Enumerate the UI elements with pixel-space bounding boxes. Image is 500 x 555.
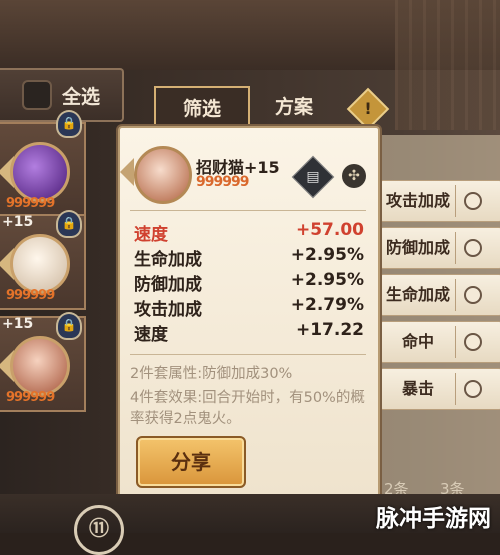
stat-key: 速度 <box>134 325 168 345</box>
sub-stat-row: 攻击加成 +2.79% <box>134 295 364 320</box>
divider <box>455 373 456 405</box>
soul-level: +15 <box>2 214 34 230</box>
bottom-round-button[interactable]: ⑪ <box>74 505 124 555</box>
soul-level: +15 <box>2 316 34 332</box>
set-4-effect: 4件套效果:回合开始时，有50%的概率获得2点鬼火。 <box>130 390 365 427</box>
main-stat-row: 速度 +57.00 <box>134 220 364 245</box>
select-all-checkbox[interactable] <box>22 80 52 110</box>
soul-stars: 999999 <box>6 390 55 405</box>
radio-button[interactable] <box>464 380 482 398</box>
set-2-effect: 2件套属性:防御加成30% <box>130 366 293 382</box>
soul-detail-popup: 招财猫+15 999999 ▤ ✣ 速度 +57.00 生命加成 +2.95% … <box>118 126 380 498</box>
stat-value: +57.00 <box>295 220 364 240</box>
tab-filter[interactable]: 筛选 <box>154 86 250 128</box>
set-effect-icon[interactable]: ✣ <box>342 164 366 188</box>
divider <box>455 232 456 264</box>
soul-stars: 999999 <box>196 174 249 190</box>
stat-value: +2.95% <box>290 245 364 265</box>
filter-attack[interactable]: 攻击加成 <box>380 180 500 222</box>
share-button[interactable]: 分享 <box>136 436 246 488</box>
divider <box>455 279 456 311</box>
radio-button[interactable] <box>464 333 482 351</box>
soul-card-1[interactable]: 🔒 999999 <box>0 110 86 218</box>
soul-stars: 999999 <box>6 288 55 303</box>
sub-stat-row: 防御加成 +2.95% <box>134 270 364 295</box>
filter-label: 暴击 <box>401 379 434 398</box>
radio-button[interactable] <box>464 192 482 210</box>
sub-stat-row: 速度 +17.22 <box>134 320 364 345</box>
sub-stat-row: 生命加成 +2.95% <box>134 245 364 270</box>
filter-label: 命中 <box>401 332 434 351</box>
filter-accuracy[interactable]: 命中 <box>380 321 500 363</box>
stat-value: +2.79% <box>290 295 364 315</box>
watermark-text: 脉冲手游网 <box>376 506 491 532</box>
soul-portrait <box>134 146 192 204</box>
stat-key: 速度 <box>134 225 168 245</box>
divider <box>455 326 456 358</box>
soul-portrait <box>10 234 70 294</box>
stat-key: 防御加成 <box>134 275 202 295</box>
radio-button[interactable] <box>464 239 482 257</box>
stat-key: 攻击加成 <box>134 300 202 320</box>
divider <box>455 185 456 217</box>
lock-icon[interactable]: 🔒 <box>56 110 82 138</box>
soul-portrait <box>10 336 70 396</box>
lock-icon[interactable]: 🔒 <box>56 312 82 340</box>
filter-label: 生命加成 <box>385 285 450 304</box>
stat-value: +17.22 <box>295 320 364 340</box>
filter-hp[interactable]: 生命加成 <box>380 274 500 316</box>
select-all-label: 全选 <box>62 85 101 108</box>
soul-card-3[interactable]: +15 🔒 999999 <box>0 312 86 412</box>
divider <box>130 210 366 211</box>
tab-plan[interactable]: 方案 <box>250 86 338 124</box>
radio-button[interactable] <box>464 286 482 304</box>
soul-stars: 999999 <box>6 196 55 211</box>
filter-label: 防御加成 <box>385 238 450 257</box>
stat-value: +2.95% <box>290 270 364 290</box>
stat-key: 生命加成 <box>134 250 202 270</box>
divider <box>130 354 366 355</box>
soul-card-2[interactable]: +15 🔒 999999 <box>0 210 86 310</box>
soul-portrait <box>10 142 70 202</box>
lock-icon[interactable]: 🔒 <box>56 210 82 238</box>
filter-defense[interactable]: 防御加成 <box>380 227 500 269</box>
slot-position-icon: ▤ <box>291 155 335 199</box>
filter-crit[interactable]: 暴击 <box>380 368 500 410</box>
filter-label: 攻击加成 <box>385 191 450 210</box>
selected-arrow-icon <box>120 158 134 186</box>
top-right-decoration <box>395 0 500 130</box>
